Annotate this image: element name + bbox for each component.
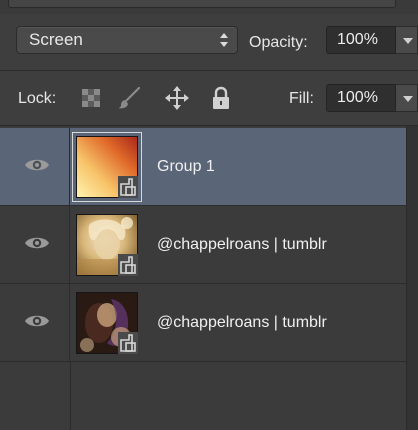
eye-icon [25, 237, 49, 249]
layers-list: Group 1 @chappelroans | tumblr @chappelr… [0, 126, 418, 430]
move-lock-icon[interactable] [164, 85, 190, 111]
blend-mode-value: Screen [29, 30, 83, 49]
column-divider [70, 362, 71, 430]
panel-top-edge [0, 0, 418, 14]
layer-row[interactable]: Group 1 [0, 128, 406, 206]
padlock-icon[interactable] [208, 85, 234, 111]
updown-arrows-icon [220, 33, 228, 47]
layer-name: Group 1 [157, 158, 215, 175]
fill-dropdown-button[interactable] [396, 84, 418, 112]
visibility-toggle[interactable] [0, 206, 70, 283]
layer-name: @chappelroans | tumblr [157, 314, 327, 331]
layer-name: @chappelroans | tumblr [157, 236, 327, 253]
lock-options-row: Lock: Fill: 100% [0, 71, 418, 125]
smart-object-icon [118, 254, 138, 276]
smart-object-icon [118, 176, 138, 198]
eye-icon [25, 159, 49, 171]
visibility-toggle[interactable] [0, 128, 70, 205]
lock-label: Lock: [18, 90, 57, 107]
brush-lock-icon[interactable] [116, 85, 142, 111]
layer-row[interactable]: @chappelroans | tumblr [0, 206, 406, 284]
caret-down-icon [403, 96, 413, 102]
fill-label: Fill: [289, 90, 314, 107]
blend-mode-select[interactable]: Screen [16, 26, 238, 54]
fill-input[interactable]: 100% [326, 84, 396, 112]
eye-icon [25, 315, 49, 327]
opacity-label: Opacity: [249, 34, 308, 51]
panel-tab-stub [8, 0, 396, 8]
smart-object-icon [118, 332, 138, 354]
layers-scrollbar[interactable] [406, 126, 418, 430]
blend-options-row: Screen Opacity: 100% [0, 14, 418, 70]
layer-row[interactable]: @chappelroans | tumblr [0, 284, 406, 362]
transparency-lock-icon[interactable] [78, 85, 104, 111]
visibility-toggle[interactable] [0, 284, 70, 361]
opacity-input[interactable]: 100% [326, 26, 396, 54]
layers-panel: Screen Opacity: 100% Lock: Fill: 100% Gr… [0, 0, 418, 430]
caret-down-icon [403, 38, 413, 44]
opacity-dropdown-button[interactable] [396, 26, 418, 54]
